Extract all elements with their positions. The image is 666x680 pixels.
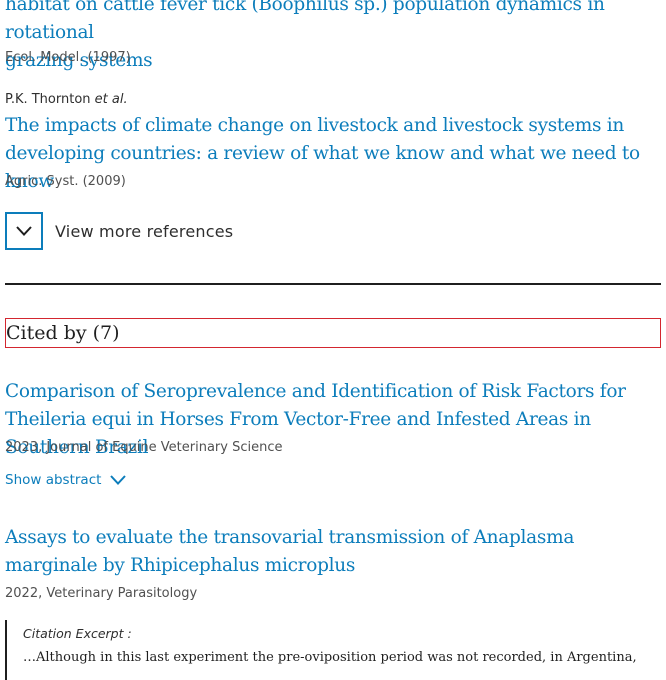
cited-by-heading: Cited by (7) <box>5 318 661 348</box>
view-more-label: View more references <box>55 221 234 241</box>
section-divider <box>5 283 661 285</box>
citation-excerpt-text: …Although in this last experiment the pr… <box>23 650 637 665</box>
citation-excerpt: Citation Excerpt : …Although in this las… <box>5 620 661 680</box>
reference-title-line1: habitat on cattle fever tick (Boophilus … <box>5 0 605 43</box>
citing-article-title-link[interactable]: Assays to evaluate the transovarial tran… <box>5 524 661 580</box>
view-more-references-button[interactable]: View more references <box>5 212 661 250</box>
show-abstract-button[interactable]: Show abstract <box>5 472 127 488</box>
chevron-down-icon <box>110 475 127 485</box>
show-abstract-label: Show abstract <box>5 472 102 488</box>
citing-article-meta: 2022, Veterinary Parasitology <box>5 586 198 601</box>
citing-article-meta: 2023, Journal of Equine Veterinary Scien… <box>5 440 283 455</box>
chevron-down-icon <box>16 226 32 236</box>
reference-source: Agric. Syst. (2009) <box>5 174 126 189</box>
reference-authors: P.K. Thornton et al. <box>5 92 128 107</box>
expand-toggle[interactable] <box>5 212 43 250</box>
reference-source: Ecol. Model. (1997) <box>5 50 131 65</box>
citation-excerpt-label: Citation Excerpt : <box>23 626 132 641</box>
